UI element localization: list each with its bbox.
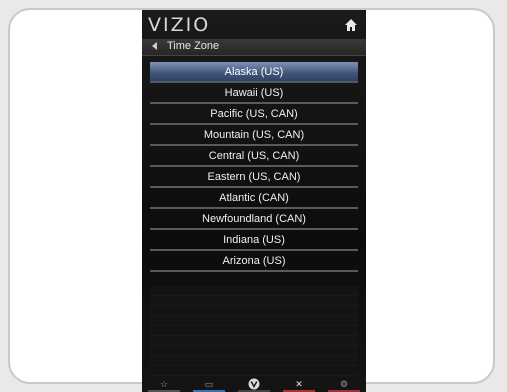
timezone-option-label: Indiana (US) bbox=[223, 234, 285, 246]
timezone-option[interactable]: Mountain (US, CAN) bbox=[150, 125, 358, 146]
settings-icon: ⚙ bbox=[339, 379, 349, 389]
settings-button[interactable]: ⚙ bbox=[322, 378, 366, 392]
menu-button[interactable]: ▭ bbox=[187, 378, 231, 392]
vizio-logo: VIZIO bbox=[148, 14, 211, 36]
timezone-option[interactable]: Hawaii (US) bbox=[150, 83, 358, 104]
list-empty-area bbox=[150, 286, 358, 378]
row-separator bbox=[150, 270, 358, 272]
tv-menu-panel: VIZIO Time Zone Alaska (US) Hawaii (US) Pa… bbox=[142, 10, 366, 392]
timezone-option-label: Mountain (US, CAN) bbox=[203, 129, 305, 141]
remote-button-bar: ☆ ▭ ✕ ⚙ bbox=[142, 378, 366, 392]
left-triangle-icon[interactable] bbox=[152, 42, 157, 50]
timezone-option[interactable]: Eastern (US, CAN) bbox=[150, 167, 358, 188]
timezone-option-label: Newfoundland (CAN) bbox=[202, 213, 306, 225]
breadcrumb-bar: Time Zone bbox=[142, 39, 366, 56]
exit-button[interactable]: ✕ bbox=[277, 378, 321, 392]
timezone-list: Alaska (US) Hawaii (US) Pacific (US, CAN) M… bbox=[150, 62, 358, 272]
timezone-option-label: Central (US, CAN) bbox=[208, 150, 300, 162]
star-icon: ☆ bbox=[159, 379, 169, 389]
timezone-option-label: Eastern (US, CAN) bbox=[207, 171, 301, 183]
home-icon[interactable] bbox=[344, 18, 358, 32]
menu-icon: ▭ bbox=[204, 379, 214, 389]
vizio-v-button[interactable] bbox=[232, 378, 276, 392]
close-icon: ✕ bbox=[295, 379, 303, 389]
timezone-option[interactable]: Pacific (US, CAN) bbox=[150, 104, 358, 125]
timezone-option[interactable]: Central (US, CAN) bbox=[150, 146, 358, 167]
v-logo-icon bbox=[248, 378, 260, 390]
timezone-option[interactable]: Newfoundland (CAN) bbox=[150, 209, 358, 230]
timezone-option-label: Arizona (US) bbox=[222, 255, 286, 267]
timezone-option[interactable]: Arizona (US) bbox=[150, 251, 358, 272]
timezone-option[interactable]: Indiana (US) bbox=[150, 230, 358, 251]
timezone-option-label: Atlantic (CAN) bbox=[219, 192, 289, 204]
timezone-option-label: Hawaii (US) bbox=[224, 87, 284, 99]
timezone-option-label: Alaska (US) bbox=[224, 66, 284, 78]
timezone-option[interactable]: Alaska (US) bbox=[150, 62, 358, 83]
menu-header: VIZIO bbox=[142, 10, 366, 40]
star-button[interactable]: ☆ bbox=[142, 378, 186, 392]
timezone-option-label: Pacific (US, CAN) bbox=[210, 108, 298, 120]
timezone-option[interactable]: Atlantic (CAN) bbox=[150, 188, 358, 209]
menu-title: Time Zone bbox=[167, 40, 220, 52]
